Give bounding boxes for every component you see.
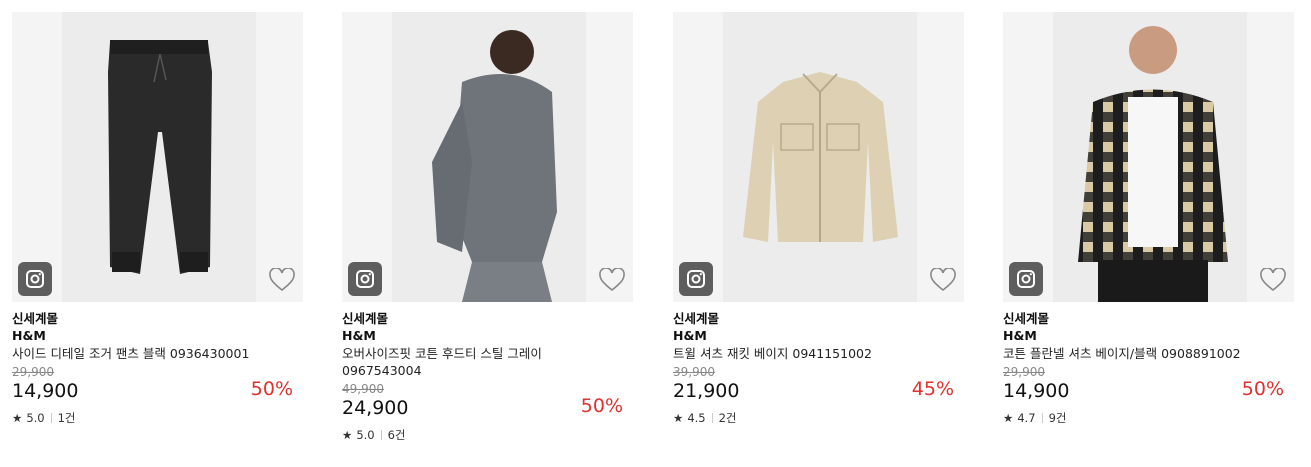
product-photo (392, 12, 586, 302)
rating-score: 4.7 (1017, 411, 1036, 425)
divider (50, 413, 52, 423)
beige-shirt-jacket-illustration (723, 12, 917, 302)
product-name[interactable]: 트윌 셔츠 재킷 베이지 0941151002 (673, 345, 933, 362)
heart-outline-icon[interactable] (599, 268, 625, 292)
sale-price: 21,900 (673, 380, 740, 402)
product-name[interactable]: 사이드 디테일 조거 팬츠 블랙 0936430001 (12, 345, 272, 362)
product-card[interactable]: 신세계몰 H&M 오버사이즈핏 코튼 후드티 스틸 그레이 0967543004… (342, 12, 633, 443)
rating: ★ 5.0 6건 (342, 427, 633, 443)
discount-rate: 50% (250, 378, 293, 400)
instagram-icon[interactable] (679, 262, 713, 296)
rating: ★ 5.0 1건 (12, 410, 303, 426)
instagram-icon[interactable] (18, 262, 52, 296)
discount-rate: 45% (911, 378, 954, 400)
product-photo (62, 12, 256, 302)
heart-outline-icon[interactable] (930, 268, 956, 292)
product-name[interactable]: 오버사이즈핏 코튼 후드티 스틸 그레이 0967543004 (342, 345, 602, 379)
star-icon: ★ (673, 411, 684, 425)
product-card[interactable]: 신세계몰 H&M 코튼 플란넬 셔츠 베이지/블랙 0908891002 29,… (1003, 12, 1294, 426)
seller-name: 신세계몰 (342, 311, 389, 326)
sale-price: 14,900 (1003, 380, 1070, 402)
discount-rate: 50% (580, 395, 623, 417)
review-count: 1건 (57, 411, 76, 425)
review-count: 6건 (387, 428, 406, 442)
product-card[interactable]: 신세계몰 H&M 트윌 셔츠 재킷 베이지 0941151002 39,900 … (673, 12, 964, 426)
brand-name: H&M (12, 328, 46, 343)
product-name[interactable]: 코튼 플란넬 셔츠 베이지/블랙 0908891002 (1003, 345, 1263, 362)
star-icon: ★ (342, 428, 353, 442)
product-photo (1053, 12, 1247, 302)
brand-name: H&M (342, 328, 376, 343)
seller-name: 신세계몰 (673, 311, 720, 326)
rating-score: 4.5 (687, 411, 706, 425)
product-photo (723, 12, 917, 302)
product-image[interactable] (673, 12, 964, 302)
sale-price: 24,900 (342, 397, 409, 419)
rating-score: 5.0 (356, 428, 375, 442)
rating-score: 5.0 (26, 411, 45, 425)
product-image[interactable] (342, 12, 633, 302)
product-image[interactable] (12, 12, 303, 302)
star-icon: ★ (1003, 411, 1014, 425)
grey-hoodie-model-illustration (392, 12, 586, 302)
rating: ★ 4.5 2건 (673, 410, 964, 426)
product-card[interactable]: 신세계몰 H&M 사이드 디테일 조거 팬츠 블랙 0936430001 29,… (12, 12, 303, 426)
sale-price: 14,900 (12, 380, 79, 402)
heart-outline-icon[interactable] (269, 268, 295, 292)
star-icon: ★ (12, 411, 23, 425)
rating: ★ 4.7 9건 (1003, 410, 1294, 426)
instagram-icon[interactable] (348, 262, 382, 296)
instagram-icon[interactable] (1009, 262, 1043, 296)
brand-name: H&M (1003, 328, 1037, 343)
product-image[interactable] (1003, 12, 1294, 302)
seller-name: 신세계몰 (1003, 311, 1050, 326)
review-count: 9건 (1048, 411, 1067, 425)
heart-outline-icon[interactable] (1260, 268, 1286, 292)
flannel-shirt-model-illustration (1053, 12, 1247, 302)
divider (380, 430, 382, 440)
seller-name: 신세계몰 (12, 311, 59, 326)
review-count: 2건 (718, 411, 737, 425)
divider (1041, 413, 1043, 423)
divider (711, 413, 713, 423)
jogger-pants-illustration (62, 12, 256, 302)
product-grid: 신세계몰 H&M 사이드 디테일 조거 팬츠 블랙 0936430001 29,… (0, 0, 1311, 467)
brand-name: H&M (673, 328, 707, 343)
discount-rate: 50% (1241, 378, 1284, 400)
